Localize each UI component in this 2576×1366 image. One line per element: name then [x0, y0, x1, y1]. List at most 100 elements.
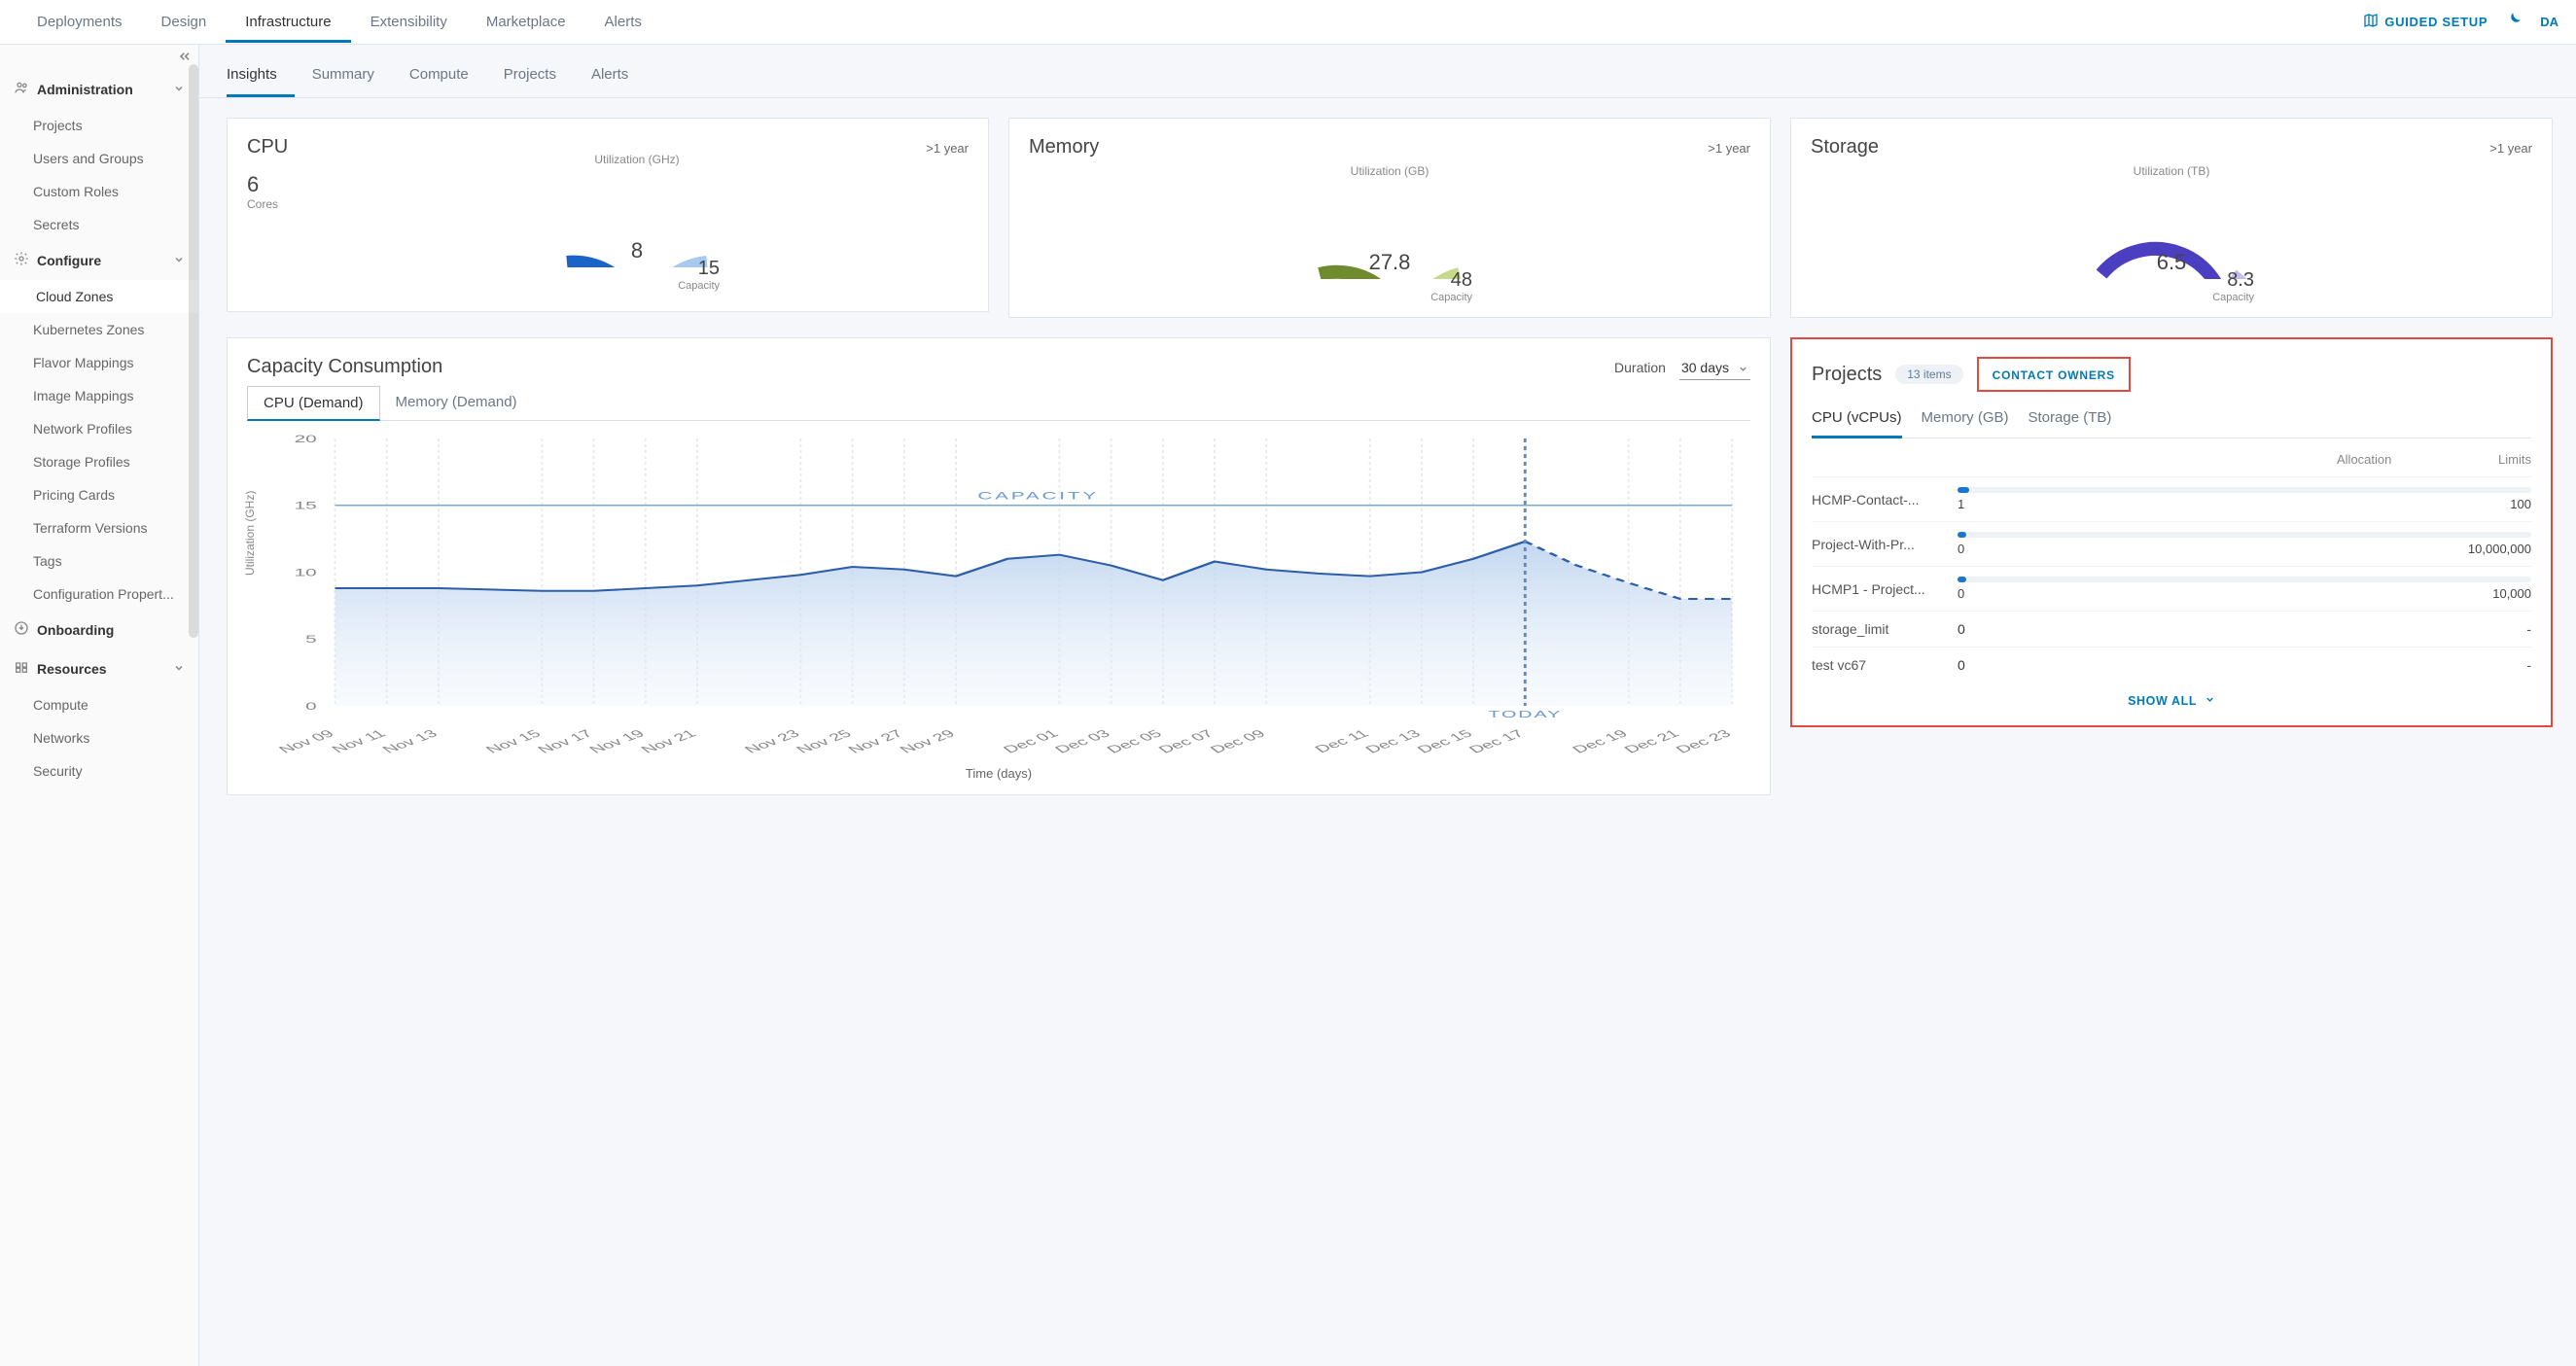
sidebar-item-secrets[interactable]: Secrets [0, 208, 198, 241]
contact-owners-label: CONTACT OWNERS [1993, 368, 2115, 382]
svg-text:Nov 21: Nov 21 [638, 728, 700, 755]
show-all-button[interactable]: SHOW ALL [1812, 683, 2531, 712]
sidebar-group-administration[interactable]: Administration [0, 70, 198, 109]
contact-owners-button[interactable]: CONTACT OWNERS [1977, 357, 2131, 392]
svg-text:Dec 05: Dec 05 [1104, 728, 1166, 755]
project-name: Project-With-Pr... [1812, 537, 1958, 552]
sidebar-item-configuration-properties[interactable]: Configuration Propert... [0, 578, 198, 611]
projects-tab-cpu[interactable]: CPU (vCPUs) [1812, 403, 1902, 438]
storage-util-label: Utilization (TB) [2134, 164, 2210, 178]
sidebar-item-tags[interactable]: Tags [0, 544, 198, 578]
svg-text:Dec 13: Dec 13 [1362, 728, 1425, 755]
dark-mode-partial-label: DA [2540, 15, 2558, 29]
svg-text:Dec 03: Dec 03 [1052, 728, 1114, 755]
chevron-down-icon [2205, 694, 2215, 708]
project-limit: - [2016, 657, 2531, 673]
duration-select[interactable]: 30 days [1679, 358, 1750, 380]
chevron-down-icon [173, 254, 185, 268]
moon-icon[interactable] [2505, 11, 2523, 33]
sidebar-scrollbar[interactable] [189, 64, 198, 638]
sidebar-group-onboarding[interactable]: Onboarding [0, 611, 198, 649]
svg-text:5: 5 [305, 633, 317, 646]
nav-extensibility[interactable]: Extensibility [351, 2, 467, 43]
guided-setup-button[interactable]: GUIDED SETUP [2363, 13, 2488, 31]
sidebar-item-storage-profiles[interactable]: Storage Profiles [0, 445, 198, 478]
nav-alerts[interactable]: Alerts [585, 2, 661, 43]
project-row[interactable]: storage_limit 0 - [1812, 611, 2531, 647]
subtab-alerts[interactable]: Alerts [591, 58, 646, 97]
storage-capacity-label: Capacity [2212, 292, 2254, 303]
svg-text:Nov 29: Nov 29 [897, 728, 959, 755]
chart-tab-cpu[interactable]: CPU (Demand) [247, 386, 380, 421]
cpu-util-label: Utilization (GHz) [594, 153, 679, 166]
sidebar-item-image-mappings[interactable]: Image Mappings [0, 379, 198, 412]
sidebar-item-kubernetes-zones[interactable]: Kubernetes Zones [0, 313, 198, 346]
projects-tab-memory[interactable]: Memory (GB) [1922, 403, 2009, 438]
subtab-projects[interactable]: Projects [504, 58, 574, 97]
svg-text:Nov 11: Nov 11 [329, 728, 390, 755]
project-row[interactable]: HCMP1 - Project... 0 10,000 [1812, 566, 2531, 611]
svg-text:Dec 17: Dec 17 [1466, 728, 1529, 755]
nav-design[interactable]: Design [142, 2, 227, 43]
project-alloc-bar [1958, 577, 2531, 582]
sidebar-item-terraform-versions[interactable]: Terraform Versions [0, 511, 198, 544]
project-name: HCMP-Contact-... [1812, 492, 1958, 508]
svg-text:10: 10 [295, 567, 317, 579]
sidebar-item-pricing-cards[interactable]: Pricing Cards [0, 478, 198, 511]
sidebar-item-flavor-mappings[interactable]: Flavor Mappings [0, 346, 198, 379]
svg-text:Nov 17: Nov 17 [535, 728, 597, 755]
nav-deployments[interactable]: Deployments [18, 2, 142, 43]
nav-infrastructure[interactable]: Infrastructure [226, 2, 350, 43]
guided-setup-label: GUIDED SETUP [2384, 15, 2488, 29]
main-content: Insights Summary Compute Projects Alerts… [199, 45, 2576, 1366]
sidebar-item-network-profiles[interactable]: Network Profiles [0, 412, 198, 445]
sidebar-resources-label: Resources [37, 661, 107, 677]
project-row[interactable]: test vc67 0 - [1812, 647, 2531, 683]
sidebar-group-resources[interactable]: Resources [0, 649, 198, 688]
top-nav-left: Deployments Design Infrastructure Extens… [18, 2, 661, 43]
svg-text:Dec 01: Dec 01 [1001, 728, 1063, 755]
project-alloc-bar [1958, 487, 2531, 493]
sidebar-item-compute[interactable]: Compute [0, 688, 198, 721]
download-icon [14, 620, 29, 640]
svg-text:Nov 23: Nov 23 [742, 728, 804, 755]
show-all-label: SHOW ALL [2128, 694, 2197, 708]
svg-text:Dec 19: Dec 19 [1570, 728, 1632, 755]
subtab-insights[interactable]: Insights [227, 58, 295, 97]
projects-card: Projects 13 items CONTACT OWNERS CPU (vC… [1790, 337, 2553, 727]
sidebar-item-custom-roles[interactable]: Custom Roles [0, 175, 198, 208]
memory-time-remaining: >1 year [1708, 141, 1750, 156]
project-row[interactable]: HCMP-Contact-... 1 100 [1812, 476, 2531, 521]
project-limit: 10,000 [2492, 586, 2531, 601]
sidebar: Administration Projects Users and Groups… [0, 45, 199, 1366]
sidebar-item-networks[interactable]: Networks [0, 721, 198, 754]
sidebar-item-projects[interactable]: Projects [0, 109, 198, 142]
chart-tab-memory[interactable]: Memory (Demand) [380, 386, 533, 420]
svg-text:Dec 07: Dec 07 [1155, 728, 1217, 755]
svg-text:Nov 09: Nov 09 [276, 728, 338, 755]
svg-text:15: 15 [295, 500, 317, 512]
sidebar-item-cloud-zones[interactable]: Cloud Zones [0, 280, 198, 313]
subtab-compute[interactable]: Compute [409, 58, 486, 97]
sidebar-configure-label: Configure [37, 253, 101, 268]
projects-title: Projects [1812, 364, 1882, 386]
project-row[interactable]: Project-With-Pr... 0 10,000,000 [1812, 521, 2531, 566]
chart-xlabel: Time (days) [247, 766, 1750, 781]
project-alloc: 0 [1958, 657, 2016, 673]
duration-label: Duration [1614, 360, 1666, 375]
project-name: storage_limit [1812, 621, 1958, 637]
resources-icon [14, 659, 29, 679]
projects-tab-storage[interactable]: Storage (TB) [2029, 403, 2112, 438]
svg-text:Nov 27: Nov 27 [845, 728, 907, 755]
svg-text:CAPACITY: CAPACITY [977, 490, 1099, 503]
project-alloc: 0 [1958, 586, 1964, 601]
svg-text:Dec 09: Dec 09 [1208, 728, 1270, 755]
sidebar-group-configure[interactable]: Configure [0, 241, 198, 280]
project-alloc: 0 [1958, 621, 2016, 637]
sidebar-item-users-groups[interactable]: Users and Groups [0, 142, 198, 175]
sidebar-item-security[interactable]: Security [0, 754, 198, 788]
cpu-card: CPU >1 year 6 Cores Utilization (GHz) 8 … [227, 118, 989, 312]
storage-card: Storage >1 year Utilization (TB) 6.5 8.3… [1790, 118, 2553, 318]
nav-marketplace[interactable]: Marketplace [467, 2, 585, 43]
subtab-summary[interactable]: Summary [312, 58, 392, 97]
